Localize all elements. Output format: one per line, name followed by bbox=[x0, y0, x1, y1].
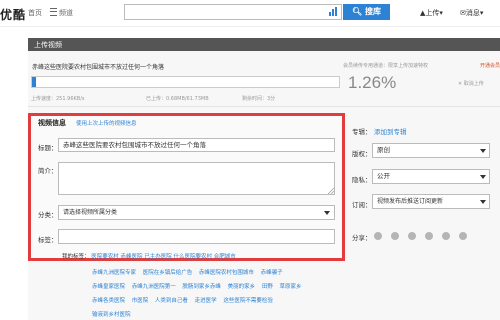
cancel-upload-link[interactable]: ✕ 取消上传 bbox=[458, 80, 484, 87]
share-icon[interactable] bbox=[459, 232, 467, 240]
tags-label: 标签： bbox=[38, 236, 58, 244]
vip-link[interactable]: 开通会员 bbox=[480, 62, 500, 69]
title-input[interactable]: 赤峰这些医院要农村包围城市不放过任何一个角落 bbox=[58, 138, 335, 152]
add-to-album-link[interactable]: 添加到专辑 bbox=[374, 126, 407, 136]
tag-suggestion[interactable]: 赤峰九洲医院专家 bbox=[92, 270, 136, 276]
description-textarea[interactable] bbox=[58, 162, 335, 195]
chevron-down-icon bbox=[480, 200, 486, 204]
category-select[interactable]: 请选择视频所属分类 bbox=[58, 205, 335, 220]
chevron-down-icon: ▾ bbox=[479, 9, 484, 17]
annotation-underline bbox=[85, 259, 275, 260]
search-button[interactable]: 🔍︎ 搜库 bbox=[343, 4, 390, 20]
bar-chart-icon[interactable] bbox=[329, 7, 337, 16]
share-icon[interactable] bbox=[408, 232, 416, 240]
subscribe-select[interactable]: 视频发布后推送订阅更新 bbox=[372, 194, 490, 209]
tag-suggestion[interactable]: 脱肠到家乡赤峰 bbox=[182, 284, 221, 290]
title-label: 标题： bbox=[38, 144, 58, 152]
search-icon: 🔍︎ bbox=[352, 7, 363, 16]
menu-icon bbox=[50, 8, 57, 16]
tag-suggestion[interactable]: 输液到乡村医院 bbox=[92, 312, 131, 318]
tag-suggestion[interactable]: 赤峰骗子 bbox=[261, 270, 283, 276]
logo[interactable]: 优酷 bbox=[0, 6, 26, 23]
file-name: 赤峰这些医院要农村包围城市不放过任何一个角落 bbox=[32, 64, 165, 71]
tag-suggestion[interactable]: 美丽的家乡 bbox=[228, 284, 256, 290]
privacy-select[interactable]: 公开 bbox=[372, 169, 490, 184]
upload-percent: 1.26% bbox=[348, 73, 397, 92]
search-input[interactable] bbox=[124, 4, 342, 20]
upload-speed: 上传速度：251.96KB/s bbox=[31, 96, 85, 102]
chevron-down-icon: ▾ bbox=[439, 9, 443, 17]
share-label: 分享： bbox=[352, 234, 372, 242]
tag-suggestion[interactable]: 田野 bbox=[262, 284, 273, 290]
tag-suggestion[interactable]: 赤峰医院农村包围城市 bbox=[199, 270, 254, 276]
upload-label: 上传 bbox=[425, 9, 440, 17]
tag-suggestions: 赤峰九洲医院专家 医院在乡镇后给广告 赤峰医院农村包围城市 赤峰骗子 赤峰皇家医… bbox=[92, 268, 332, 318]
nav-home-link[interactable]: 首页 bbox=[28, 8, 42, 18]
tags-input[interactable] bbox=[58, 229, 335, 244]
tag-suggestion[interactable]: 赤峰各类医院 bbox=[92, 298, 125, 304]
chevron-down-icon bbox=[480, 175, 486, 179]
chevron-down-icon bbox=[480, 149, 486, 153]
upload-progress-fill bbox=[32, 77, 36, 87]
divider bbox=[28, 106, 500, 107]
tag-suggestion[interactable]: 赤峰皇家医院 bbox=[92, 284, 125, 290]
tag-suggestion[interactable]: 赤峰九洲医院第一 bbox=[132, 284, 176, 290]
nav-channels-link[interactable]: 频道 bbox=[50, 8, 73, 18]
remaining-time: 剩余时间：3分 bbox=[242, 96, 276, 102]
search-button-label: 搜库 bbox=[364, 7, 381, 16]
upload-menu[interactable]: ▲上传▾ bbox=[420, 8, 443, 18]
copyright-label: 版权： bbox=[352, 150, 372, 158]
vip-hint: 会员续传专用通道：限享上传加速特权 bbox=[343, 63, 429, 69]
tag-suggestion[interactable]: 草原家乡 bbox=[280, 284, 302, 290]
chevron-down-icon bbox=[324, 211, 330, 215]
tag-suggestion[interactable]: 这些医院不需要检验 bbox=[223, 298, 273, 304]
category-label: 分类： bbox=[38, 211, 58, 219]
share-icon[interactable] bbox=[425, 232, 433, 240]
resize-grip-icon[interactable] bbox=[328, 188, 334, 194]
cancel-upload-label: 取消上传 bbox=[463, 81, 484, 87]
tag-suggestion[interactable]: 医院在乡镇后给广告 bbox=[143, 270, 193, 276]
video-info-title: 视频信息 bbox=[38, 119, 66, 127]
privacy-label: 隐私： bbox=[352, 176, 372, 184]
tag-suggestion[interactable]: 人类到自己看 bbox=[155, 298, 188, 304]
share-icon[interactable] bbox=[391, 232, 399, 240]
close-icon: ✕ bbox=[458, 81, 463, 87]
upload-progress-bar bbox=[31, 76, 340, 88]
description-label: 简介： bbox=[38, 167, 58, 175]
share-icon[interactable] bbox=[374, 232, 382, 240]
messages-label: 消息 bbox=[465, 9, 480, 17]
nav-channels-label: 频道 bbox=[59, 9, 73, 17]
uploaded-size: 已上传：0.68MB/61.73MB bbox=[146, 96, 209, 102]
tag-suggestion[interactable]: 走进医学 bbox=[195, 298, 217, 304]
subscribe-label: 订阅： bbox=[352, 201, 372, 209]
panel-title: 上传视频 bbox=[34, 41, 62, 49]
messages-menu[interactable]: ✉消息▾ bbox=[460, 8, 483, 18]
panel-header bbox=[28, 38, 500, 51]
use-previous-info-link[interactable]: 使用上次上传的视频信息 bbox=[76, 119, 137, 127]
album-label: 专辑： bbox=[352, 128, 372, 136]
copyright-select[interactable]: 原创 bbox=[372, 143, 490, 158]
share-icon[interactable] bbox=[442, 232, 450, 240]
tag-suggestion[interactable]: 市医院 bbox=[132, 298, 149, 304]
